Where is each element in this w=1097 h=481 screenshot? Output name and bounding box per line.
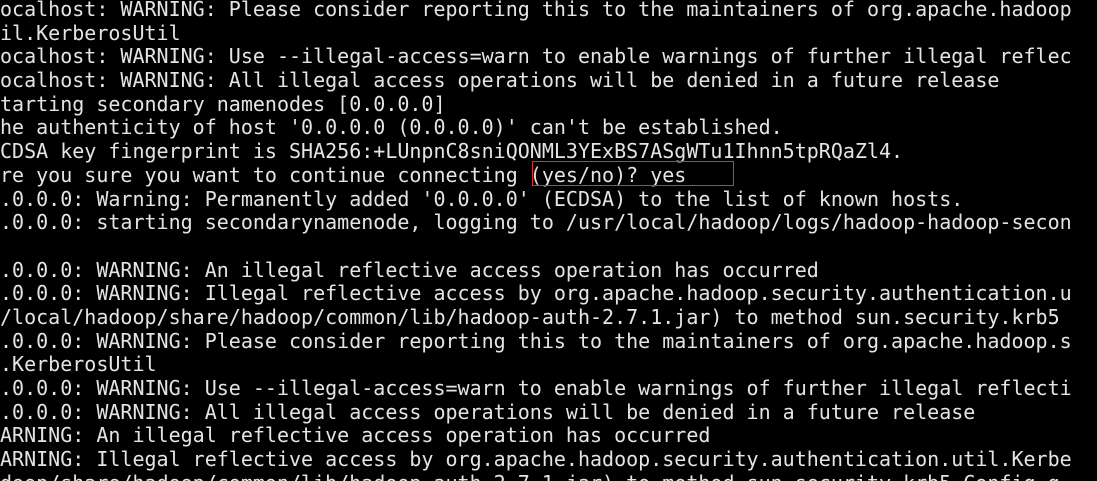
terminal-line: doop/share/hadoop/common/lib/hadoop-auth… bbox=[0, 471, 1072, 481]
terminal-line: .0.0.0: WARNING: Illegal reflective acce… bbox=[0, 281, 1072, 306]
terminal-line: ARNING: An illegal reflective access ope… bbox=[0, 423, 711, 448]
terminal-line: .0.0.0: Warning: Permanently added '0.0.… bbox=[0, 186, 964, 211]
terminal-line: .0.0.0: WARNING: An illegal reflective a… bbox=[0, 257, 819, 282]
terminal-line: .0.0.0: WARNING: Please consider reporti… bbox=[0, 328, 1072, 353]
terminal-output: ocalhost: WARNING: Please consider repor… bbox=[0, 0, 1072, 481]
terminal-line: ocalhost: WARNING: Use --illegal-access=… bbox=[0, 44, 1072, 69]
terminal-line: tarting secondary namenodes [0.0.0.0] bbox=[0, 91, 446, 116]
terminal-line-prompt: re you sure you want to continue connect… bbox=[0, 162, 687, 187]
terminal-line: ocalhost: WARNING: All illegal access op… bbox=[0, 68, 1000, 93]
terminal-line: ocalhost: WARNING: Please consider repor… bbox=[0, 0, 1072, 21]
terminal-window[interactable]: ocalhost: WARNING: Please consider repor… bbox=[0, 0, 1097, 481]
terminal-line: /local/hadoop/share/hadoop/common/lib/ha… bbox=[0, 304, 1060, 329]
terminal-line: CDSA key fingerprint is SHA256:+LUnpnC8s… bbox=[0, 139, 904, 164]
terminal-line: .0.0.0: WARNING: All illegal access oper… bbox=[0, 399, 976, 424]
terminal-line: il.KerberosUtil bbox=[0, 20, 181, 45]
terminal-line: .KerberosUtil bbox=[0, 352, 157, 377]
terminal-line: .0.0.0: starting secondarynamenode, logg… bbox=[0, 210, 1072, 235]
terminal-line: he authenticity of host '0.0.0.0 (0.0.0.… bbox=[0, 115, 783, 140]
terminal-line: .0.0.0: WARNING: Use --illegal-access=wa… bbox=[0, 376, 1072, 400]
terminal-line: ARNING: Illegal reflective access by org… bbox=[0, 447, 1072, 472]
